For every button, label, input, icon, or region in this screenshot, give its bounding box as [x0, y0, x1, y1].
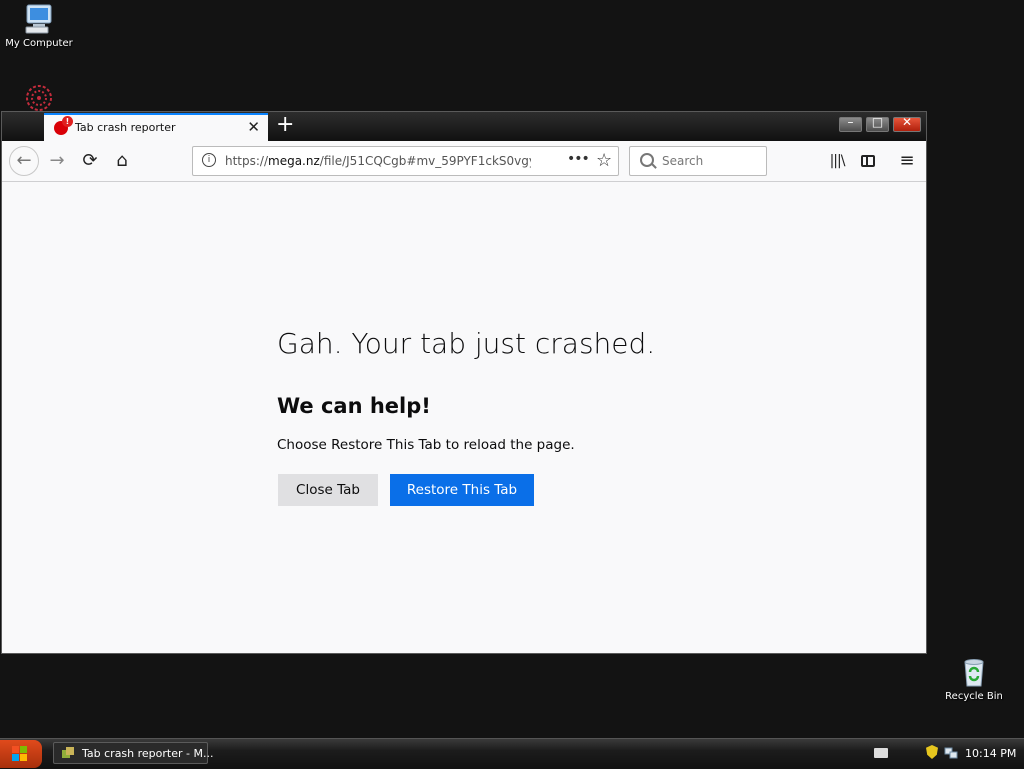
- close-window-button[interactable]: ✕: [893, 115, 921, 132]
- desktop-icon-recycle-bin[interactable]: Recycle Bin: [934, 656, 1014, 702]
- browser-task-icon: [62, 747, 74, 758]
- tab-bar: ! Tab crash reporter ✕ + – □ ✕: [2, 112, 926, 141]
- tab-title: Tab crash reporter: [75, 121, 176, 134]
- url-text[interactable]: https://mega.nz/file/J51CQCgb#mv_59PYF1c…: [225, 154, 531, 168]
- site-info-icon[interactable]: i: [202, 153, 216, 167]
- forward-button[interactable]: →: [44, 148, 70, 174]
- maximize-button[interactable]: □: [866, 115, 889, 132]
- tab-close-icon[interactable]: ✕: [247, 118, 260, 136]
- back-button[interactable]: ←: [9, 146, 39, 176]
- page-actions-icon[interactable]: •••: [567, 151, 590, 167]
- minimize-icon: –: [847, 115, 854, 129]
- new-tab-button[interactable]: +: [276, 113, 294, 137]
- crash-description: Choose Restore This Tab to reload the pa…: [277, 437, 575, 453]
- bookmark-star-icon[interactable]: ☆: [596, 150, 612, 171]
- start-button[interactable]: [0, 740, 42, 768]
- search-input[interactable]: Search: [629, 146, 767, 176]
- sidebar-button[interactable]: [856, 148, 882, 174]
- page-content: Gah. Your tab just crashed. We can help!…: [2, 182, 926, 653]
- desktop-icon-label: My Computer: [5, 38, 73, 49]
- crash-subtitle: We can help!: [277, 394, 431, 418]
- taskbar-item-label: Tab crash reporter - M...: [82, 747, 214, 760]
- menu-button[interactable]: ≡: [894, 148, 920, 174]
- crash-title: Gah. Your tab just crashed.: [277, 327, 656, 360]
- sidebar-icon: [861, 155, 875, 167]
- my-computer-icon: [23, 3, 55, 35]
- url-bar[interactable]: i https://mega.nz/file/J51CQCgb#mv_59PYF…: [192, 146, 619, 176]
- home-button[interactable]: ⌂: [109, 148, 135, 174]
- clock[interactable]: 10:14 PM: [965, 747, 1016, 760]
- search-placeholder: Search: [662, 154, 704, 168]
- tab-crash-reporter[interactable]: ! Tab crash reporter ✕: [44, 113, 268, 141]
- recycle-bin-icon: [958, 656, 990, 688]
- app-icon: [23, 82, 55, 114]
- close-icon: ✕: [901, 115, 913, 129]
- navigation-toolbar: ← → ⟳ ⌂ i https://mega.nz/file/J51CQCgb#…: [2, 141, 926, 182]
- keyboard-icon[interactable]: [874, 748, 888, 758]
- maximize-icon: □: [871, 115, 884, 129]
- restore-tab-button[interactable]: Restore This Tab: [390, 474, 534, 506]
- browser-window: ! Tab crash reporter ✕ + – □ ✕ ← → ⟳ ⌂ i…: [1, 111, 927, 654]
- close-tab-button[interactable]: Close Tab: [278, 474, 378, 506]
- desktop-icon-my-computer[interactable]: My Computer: [0, 3, 79, 49]
- library-button[interactable]: |||\: [824, 148, 850, 174]
- network-icon[interactable]: [944, 746, 958, 760]
- taskbar-item-browser[interactable]: Tab crash reporter - M...: [53, 742, 213, 764]
- taskbar: Tab crash reporter - M... 10:14 PM: [0, 738, 1024, 768]
- reload-button[interactable]: ⟳: [77, 148, 103, 174]
- windows-flag-icon: [12, 746, 28, 762]
- minimize-button[interactable]: –: [839, 115, 862, 132]
- security-shield-icon[interactable]: [926, 745, 938, 759]
- crash-badge-icon: !: [62, 116, 73, 127]
- desktop-icon-label: Recycle Bin: [945, 691, 1003, 702]
- system-tray: 10:14 PM: [865, 739, 1024, 769]
- search-icon: [640, 153, 654, 167]
